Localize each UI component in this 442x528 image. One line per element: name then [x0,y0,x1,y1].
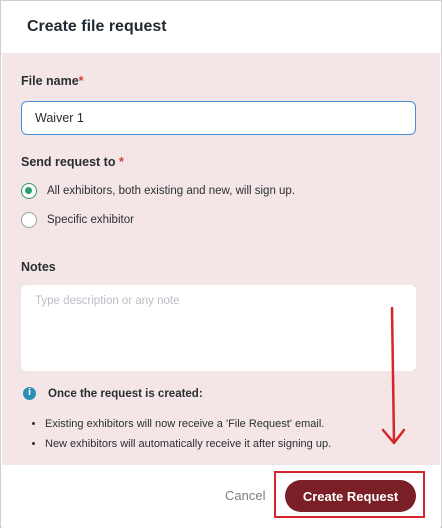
file-name-input[interactable] [21,101,416,135]
dialog-header: Create file request [1,1,441,54]
info-icon: i [23,387,36,400]
required-mark: * [78,74,84,88]
radio-all-exhibitors[interactable]: All exhibitors, both existing and new, w… [21,183,295,199]
notes-label: Notes [21,260,56,274]
list-item: Existing exhibitors will now receive a '… [45,414,331,434]
file-name-label: File name* [21,74,84,88]
notes-textarea[interactable] [21,285,416,371]
send-request-label-text: Send request to [21,155,116,169]
list-item: New exhibitors will automatically receiv… [45,434,331,454]
info-heading-text: Once the request is created: [48,387,203,400]
dialog-title: Create file request [27,18,167,35]
radio-selected-icon[interactable] [21,183,37,199]
info-bullet-list: Existing exhibitors will now receive a '… [31,414,331,454]
cancel-button[interactable]: Cancel [225,488,265,503]
radio-specific-exhibitor[interactable]: Specific exhibitor [21,212,134,228]
info-heading: i Once the request is created: [23,387,203,400]
radio-all-exhibitors-label: All exhibitors, both existing and new, w… [47,185,296,197]
create-request-button[interactable]: Create Request [285,480,416,512]
radio-specific-exhibitor-label: Specific exhibitor [47,214,134,226]
create-file-request-dialog: Create file request File name* Send requ… [0,0,442,528]
file-name-label-text: File name [21,74,79,88]
send-request-label: Send request to * [21,155,124,169]
radio-unselected-icon[interactable] [21,212,37,228]
arrow-down-icon [381,306,406,445]
required-mark: * [118,155,124,169]
